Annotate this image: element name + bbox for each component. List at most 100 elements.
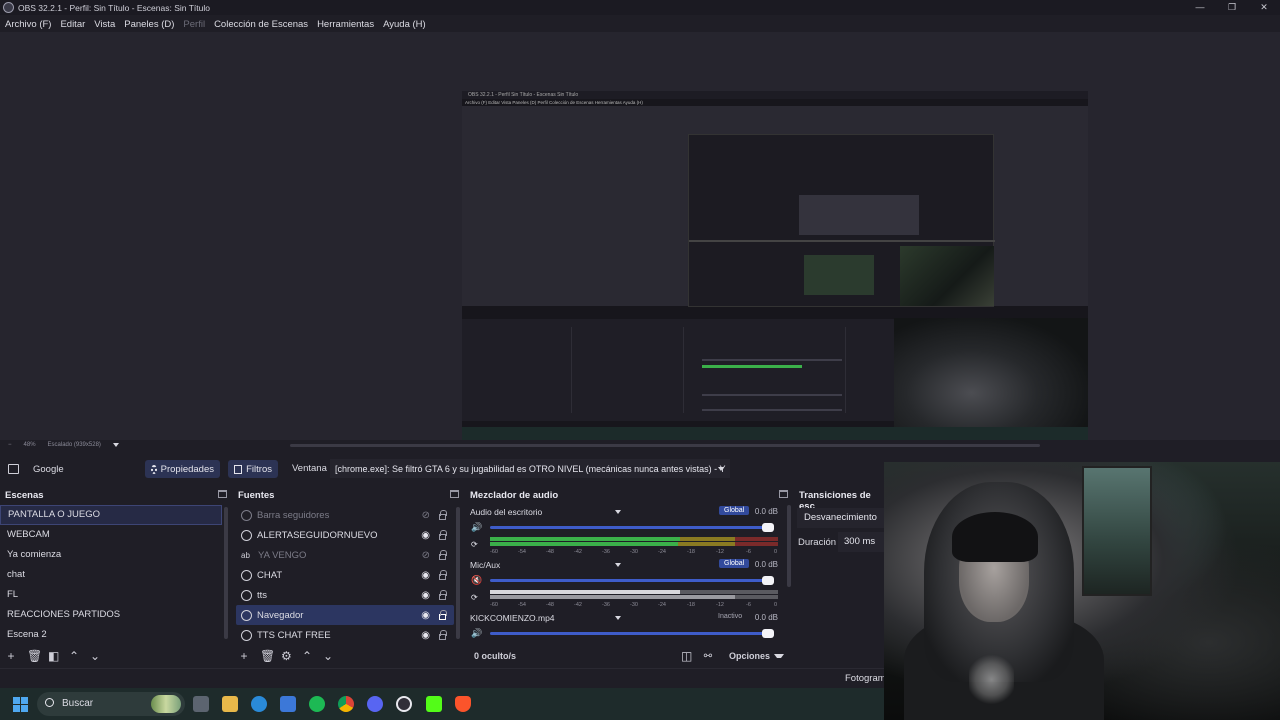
monitor-icon[interactable]: ⟳ [471,593,478,602]
scene-item[interactable]: FL [0,585,222,605]
spotify-icon[interactable] [309,696,325,712]
preview-area[interactable]: OBS 32.2.1 - Perfil Sin Título - Escenas… [0,32,1280,443]
properties-button[interactable]: Propiedades [145,460,220,478]
move-down-button[interactable]: ⌄ [90,649,100,663]
filters-button[interactable]: Filtros [228,460,278,478]
trash-icon[interactable]: 🗑 [260,649,275,663]
discord-icon[interactable] [367,696,383,712]
menu-vista[interactable]: Vista [94,19,115,30]
gear-icon[interactable]: ⚙ [281,649,292,663]
slider-knob[interactable] [762,629,774,638]
mixer-title: Mezclador de audio [470,490,559,501]
source-item[interactable]: Navegador ◉ [236,605,454,625]
filter-icon[interactable]: ◧ [48,649,59,663]
move-up-button[interactable]: ⌃ [302,649,312,663]
trash-icon[interactable]: 🗑 [27,649,42,663]
source-item[interactable]: ALERTASEGUIDORNUEVO ◉ [236,525,454,545]
scenes-scrollbar[interactable] [224,507,228,639]
maximize-button[interactable]: ❐ [1216,0,1248,15]
lock-icon[interactable] [439,550,447,560]
preview-horizontal-scrollbar[interactable] [290,444,1040,447]
duration-input[interactable]: 300 ms [838,532,885,552]
lock-icon[interactable] [439,510,447,520]
preview-canvas[interactable]: OBS 32.2.1 - Perfil Sin Título - Escenas… [462,91,1088,443]
eye-icon[interactable]: ◉ [421,570,430,581]
slider-knob[interactable] [762,523,774,532]
lock-icon[interactable] [439,570,447,580]
zoom-level[interactable]: 48% [24,442,36,448]
window-select[interactable]: [chrome.exe]: Se filtró GTA 6 y su jugab… [330,459,730,478]
volume-slider[interactable] [490,576,774,585]
source-item[interactable]: tts ◉ [236,585,454,605]
speaker-icon[interactable]: 🔊 [471,522,482,533]
add-source-button[interactable]: + [239,649,249,663]
volume-slider[interactable] [490,523,774,532]
search-icon [45,698,54,707]
zoom-out-button[interactable]: − [8,442,12,448]
lock-icon[interactable] [439,630,447,640]
volume-slider[interactable] [490,629,774,638]
options-button[interactable]: Opciones [729,651,770,661]
eye-icon[interactable]: ◉ [421,630,430,641]
brave-icon[interactable] [455,696,471,712]
mixer-scrollbar[interactable] [787,505,791,587]
eye-icon[interactable]: ◉ [421,590,430,601]
windows-start-icon[interactable] [13,697,28,712]
scene-item[interactable]: Ya comienza [0,545,222,565]
move-down-button[interactable]: ⌄ [323,649,333,663]
menu-coleccion-escenas[interactable]: Colección de Escenas [214,19,308,30]
taskbar-search[interactable]: Buscar [37,692,185,716]
chevron-down-icon[interactable] [615,616,621,620]
layout-icon[interactable]: ◫ [681,649,692,663]
kick-icon[interactable] [426,696,442,712]
menu-ayuda[interactable]: Ayuda (H) [383,19,426,30]
undock-icon[interactable] [450,490,459,498]
eye-icon[interactable]: ◉ [421,530,430,541]
track-badge[interactable]: Global [719,506,750,515]
source-item[interactable]: CHAT ◉ [236,565,454,585]
obs-icon[interactable] [396,696,412,712]
source-item[interactable]: TTS CHAT FREE ◉ [236,625,454,645]
close-button[interactable]: ✕ [1248,0,1280,15]
chevron-down-icon[interactable] [615,510,621,514]
link-icon[interactable]: ⚯ [703,651,713,662]
lock-icon[interactable] [439,530,447,540]
eye-icon[interactable]: ◉ [421,610,430,621]
task-view-icon[interactable] [193,696,209,712]
menu-archivo[interactable]: Archivo (F) [5,19,51,30]
chrome-icon[interactable] [338,696,354,712]
track-badge[interactable]: Global [719,559,750,568]
eye-hidden-icon[interactable]: ⊘ [422,550,430,561]
menu-herramientas[interactable]: Herramientas [317,19,374,30]
transition-select[interactable]: Desvanecimiento [797,508,885,528]
lock-icon[interactable] [439,590,447,600]
add-scene-button[interactable]: + [6,649,16,663]
chevron-down-icon[interactable] [774,654,784,658]
scene-item[interactable]: chat [0,565,222,585]
monitor-icon[interactable]: ⟳ [471,540,478,549]
lock-icon[interactable] [439,610,447,620]
sources-scrollbar[interactable] [456,507,460,639]
undock-icon[interactable] [218,490,227,498]
source-item[interactable]: Barra seguidores ⊘ [236,505,454,525]
minimize-button[interactable]: — [1184,0,1216,15]
scene-item[interactable]: Escena 2 [0,625,222,645]
store-icon[interactable] [280,696,296,712]
speaker-icon[interactable]: 🔊 [471,628,482,639]
scene-item[interactable]: PANTALLA O JUEGO [0,505,222,525]
scene-item[interactable]: WEBCAM [0,525,222,545]
chevron-down-icon[interactable] [615,563,621,567]
menu-editar[interactable]: Editar [60,19,85,30]
undock-icon[interactable] [779,490,788,498]
windows-taskbar: Buscar [0,688,884,720]
menu-paneles[interactable]: Paneles (D) [124,19,174,30]
scene-item[interactable]: REACCIONES PARTIDOS [0,605,222,625]
edge-icon[interactable] [251,696,267,712]
scaling-dropdown-icon[interactable] [112,443,119,447]
speaker-muted-icon[interactable]: 🔇 [471,575,482,586]
move-up-button[interactable]: ⌃ [69,649,79,663]
eye-hidden-icon[interactable]: ⊘ [422,510,430,521]
slider-knob[interactable] [762,576,774,585]
file-explorer-icon[interactable] [222,696,238,712]
source-item[interactable]: ab YA VENGO ⊘ [236,545,454,565]
